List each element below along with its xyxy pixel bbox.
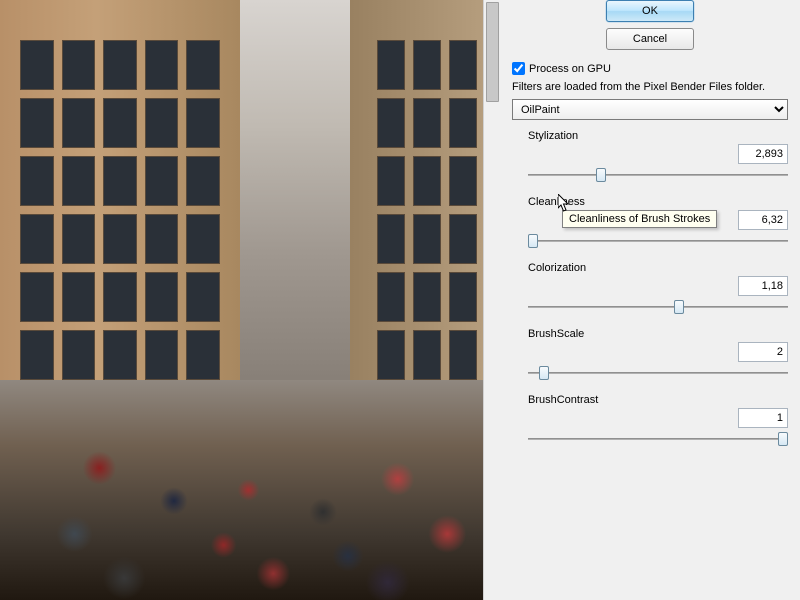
param-stylization: Stylization [512,130,788,184]
colorization-input[interactable] [738,276,788,296]
cleanliness-tooltip: Cleanliness of Brush Strokes [562,210,717,228]
filter-preview-image [0,0,497,600]
brushcontrast-label: BrushContrast [512,394,788,406]
param-brushscale: BrushScale [512,328,788,382]
scroll-thumb[interactable] [486,2,499,102]
cleanliness-slider[interactable] [528,232,788,250]
colorization-label: Colorization [512,262,788,274]
stylization-input[interactable] [738,144,788,164]
stylization-label: Stylization [512,130,788,142]
brushscale-input[interactable] [738,342,788,362]
process-gpu-checkbox[interactable] [512,62,525,75]
cursor-icon [558,194,570,212]
control-panel: OK Cancel Process on GPU Filters are loa… [500,0,800,600]
vertical-scrollbar[interactable] [483,0,500,600]
filter-folder-info: Filters are loaded from the Pixel Bender… [512,81,788,93]
param-brushcontrast: BrushContrast [512,394,788,448]
preview-pane [0,0,500,600]
brushscale-slider[interactable] [528,364,788,382]
colorization-slider[interactable] [528,298,788,316]
brushcontrast-slider[interactable] [528,430,788,448]
cleanliness-input[interactable] [738,210,788,230]
param-colorization: Colorization [512,262,788,316]
param-cleanliness: Cleanliness Cleanliness of Brush Strokes [512,196,788,250]
cancel-button[interactable]: Cancel [606,28,694,50]
stylization-slider[interactable] [528,166,788,184]
process-gpu-label: Process on GPU [529,63,611,75]
brushscale-label: BrushScale [512,328,788,340]
filter-select[interactable]: OilPaint [512,99,788,120]
ok-button[interactable]: OK [606,0,694,22]
brushcontrast-input[interactable] [738,408,788,428]
cleanliness-label: Cleanliness [512,196,788,208]
